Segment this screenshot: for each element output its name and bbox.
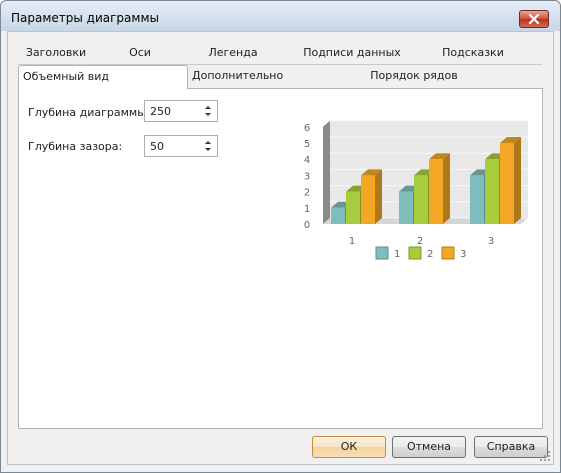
legend-swatch xyxy=(441,246,455,260)
tab-3d-view[interactable]: Объемный вид xyxy=(18,65,188,89)
bar-side xyxy=(375,169,382,224)
tab-tooltips[interactable]: Подсказки xyxy=(440,42,506,64)
chart-side-wall xyxy=(323,120,330,224)
gap-depth-spinner[interactable]: 50 xyxy=(144,135,218,157)
title-bar[interactable]: Параметры диаграммы xyxy=(1,1,560,31)
bar xyxy=(361,175,375,224)
legend-label: 2 xyxy=(427,249,433,260)
tab-panel-3d-view: Глубина диаграммы: 250 Глубина зазора: 5… xyxy=(18,88,543,429)
chart-preview: 0 1 2 3 4 5 6 1 2 3 1 2 3 xyxy=(304,120,528,260)
x-tick-label: 1 xyxy=(349,236,355,247)
tab-series-order[interactable]: Порядок рядов xyxy=(364,65,464,87)
chart-depth-value[interactable]: 250 xyxy=(150,105,171,118)
chart-depth-spinner[interactable]: 250 xyxy=(144,100,218,122)
bar xyxy=(485,159,499,224)
legend-swatch xyxy=(408,246,422,260)
y-tick-label: 0 xyxy=(304,220,310,231)
bar-side xyxy=(443,153,450,224)
legend-swatch xyxy=(375,246,389,260)
dialog-body: Заголовки Оси Легенда Подписи данных Под… xyxy=(7,31,554,465)
y-tick-label: 2 xyxy=(304,188,310,199)
x-tick-label: 3 xyxy=(488,236,494,247)
bar-side xyxy=(514,137,521,224)
tab-axes[interactable]: Оси xyxy=(120,42,160,64)
y-tick-label: 1 xyxy=(304,204,310,215)
window-title: Параметры диаграммы xyxy=(11,11,159,25)
x-tick-label: 2 xyxy=(417,236,423,247)
bar xyxy=(500,143,514,224)
bar xyxy=(414,175,428,224)
gap-depth-label: Глубина зазора: xyxy=(28,140,123,153)
bar xyxy=(331,207,345,224)
bar xyxy=(399,191,413,224)
help-button[interactable]: Справка xyxy=(474,436,548,458)
ok-button[interactable]: ОК xyxy=(312,436,386,458)
y-tick-label: 6 xyxy=(304,123,310,134)
tab-titles[interactable]: Заголовки xyxy=(18,42,94,64)
tab-advanced[interactable]: Дополнительно xyxy=(192,65,283,87)
y-tick-label: 3 xyxy=(304,171,310,182)
cancel-button[interactable]: Отмена xyxy=(392,436,466,458)
tab-data-labels[interactable]: Подписи данных xyxy=(302,42,402,64)
y-tick-label: 5 xyxy=(304,139,310,150)
gap-depth-value[interactable]: 50 xyxy=(150,140,164,153)
dialog-window: Параметры диаграммы Заголовки Оси Легенд… xyxy=(0,0,561,473)
legend-label: 1 xyxy=(394,249,400,260)
close-icon xyxy=(528,14,540,24)
bar xyxy=(429,159,443,224)
spinner-arrows-icon[interactable] xyxy=(203,138,213,154)
resize-grip-icon[interactable] xyxy=(539,450,551,462)
bar xyxy=(470,175,484,224)
spinner-arrows-icon[interactable] xyxy=(203,103,213,119)
y-tick-label: 4 xyxy=(304,155,310,166)
close-button[interactable] xyxy=(519,10,549,28)
tab-legend[interactable]: Легенда xyxy=(204,42,262,64)
chart-depth-label: Глубина диаграммы: xyxy=(28,106,150,119)
bar xyxy=(346,191,360,224)
legend-label: 3 xyxy=(460,249,466,260)
